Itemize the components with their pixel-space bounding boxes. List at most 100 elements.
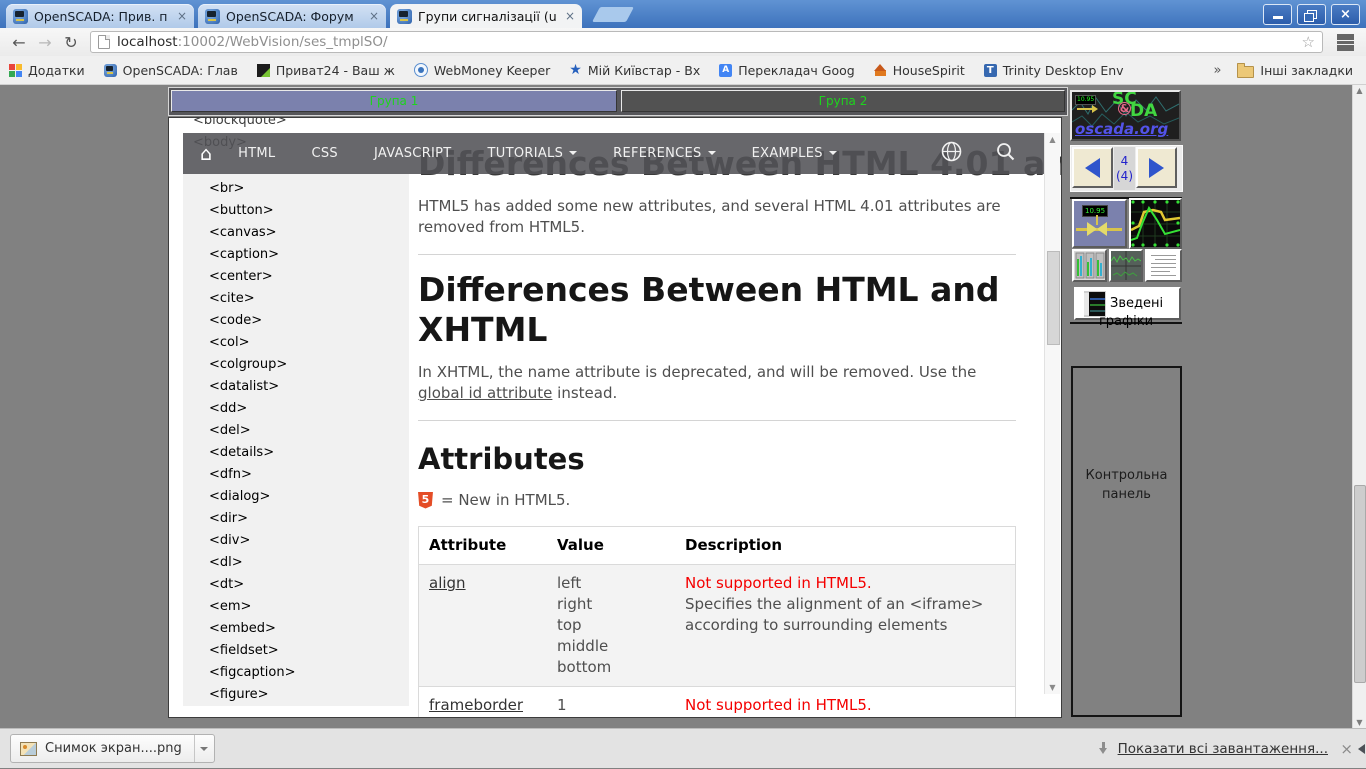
report-document-button[interactable] (1145, 249, 1182, 282)
sidebar-tag-link[interactable]: <button> (209, 200, 409, 222)
close-download-bar-icon[interactable]: × (1340, 740, 1353, 758)
group-tab-1[interactable]: Група 1 (171, 90, 617, 112)
nav-html[interactable]: HTML (238, 146, 275, 161)
trinity-icon: T (984, 64, 997, 77)
sidebar-tag-link[interactable]: <dir> (209, 508, 409, 530)
browser-tab-2[interactable]: OpenSCADA: Форум × (198, 4, 386, 28)
bar-gauges-button[interactable] (1072, 249, 1107, 282)
browser-window: { "window": { "tabs": [ {"title": "OpenS… (0, 0, 1366, 768)
global-id-attribute-link[interactable]: global id attribute (418, 384, 552, 402)
tag-list-sidebar: <br><button><canvas><caption><center><ci… (183, 174, 409, 706)
bookmark-trinity[interactable]: T Trinity Desktop Env (984, 63, 1124, 78)
sidebar-tag-link[interactable]: <colgroup> (209, 354, 409, 376)
search-icon[interactable] (996, 142, 1015, 165)
back-icon[interactable]: ← (6, 33, 32, 52)
show-all-downloads-link[interactable]: Показати всі завантаження... (1118, 741, 1328, 757)
panel-hide-arrow-icon[interactable] (1358, 744, 1365, 754)
sidebar-tag-link[interactable]: <canvas> (209, 222, 409, 244)
menu-icon[interactable] (1337, 34, 1354, 51)
nav-javascript[interactable]: JAVASCRIPT (374, 146, 452, 161)
tab-close-icon[interactable]: × (177, 9, 187, 23)
other-bookmarks[interactable]: Інші закладки (1237, 63, 1353, 78)
sidebar-tag-link[interactable]: <br> (209, 178, 409, 200)
spectrum-icon (1111, 251, 1141, 280)
home-icon[interactable]: ⌂ (200, 143, 212, 165)
control-panel-box: Контрольна панель (1071, 366, 1182, 717)
description-cell: Not supported in HTML5. Specifies the al… (675, 565, 1016, 687)
sidebar-tag-link[interactable]: <em> (209, 596, 409, 618)
sidebar-tag-link[interactable]: <details> (209, 442, 409, 464)
nav-references[interactable]: REFERENCES (613, 146, 715, 161)
openscada-favicon (205, 9, 220, 24)
bookmark-star-icon[interactable]: ☆ (1302, 33, 1315, 51)
bookmark-housespirit[interactable]: HouseSpirit (874, 63, 965, 78)
sidebar-tag-link[interactable]: <figure> (209, 684, 409, 706)
html5-shield-icon: 5 (418, 492, 433, 509)
chevron-down-icon (200, 747, 208, 751)
scrollbar-thumb[interactable] (1354, 485, 1366, 683)
scroll-up-icon[interactable]: ▲ (1045, 135, 1060, 144)
mnemo-valve-button[interactable]: 10.95 (1072, 199, 1127, 248)
scroll-down-icon[interactable]: ▼ (1353, 718, 1366, 727)
scroll-up-icon[interactable]: ▲ (1353, 86, 1366, 95)
nav-examples[interactable]: EXAMPLES (752, 146, 837, 161)
group-tab-2[interactable]: Група 2 (621, 90, 1065, 112)
bookmark-openscada[interactable]: OpenSCADA: Глав (104, 63, 238, 78)
browser-tab-3-active[interactable]: Групи сигналізації (u × (390, 4, 582, 28)
sidebar-tag-link[interactable]: <dialog> (209, 486, 409, 508)
trend-graph-button[interactable] (1129, 198, 1182, 249)
sidebar-tag-link[interactable]: <del> (209, 420, 409, 442)
browser-scrollbar[interactable]: ▲ ▼ (1352, 85, 1366, 728)
reload-icon[interactable]: ↻ (58, 33, 84, 52)
section-heading: Differences Between HTML and XHTML (418, 270, 1016, 350)
oscada-logo-button[interactable]: 10.95 SC & DA oscada.org (1070, 90, 1181, 141)
sidebar-tag-link[interactable]: <div> (209, 530, 409, 552)
close-button[interactable]: × (1331, 4, 1360, 25)
frameborder-attribute-link[interactable]: frameborder (429, 696, 523, 714)
scrollbar-thumb[interactable] (1047, 251, 1060, 345)
maximize-button[interactable] (1297, 4, 1326, 25)
download-options-dropdown[interactable] (194, 735, 214, 762)
tab-close-icon[interactable]: × (565, 9, 575, 23)
bookmark-kyivstar[interactable]: ★ Мій Київстар - Вх (569, 62, 700, 78)
bookmark-webmoney[interactable]: WebMoney Keeper (414, 63, 550, 78)
iframe-scrollbar[interactable]: ▲ ▼ (1044, 133, 1060, 694)
sidebar-tag-link[interactable]: <dl> (209, 552, 409, 574)
url-path: :10002/WebVision/ses_tmplSO/ (178, 34, 388, 50)
sidebar-link-clipped[interactable]: <blockquote> (193, 117, 287, 128)
next-page-button[interactable] (1136, 147, 1177, 188)
tab-close-icon[interactable]: × (369, 9, 379, 23)
bookmark-translate[interactable]: А Перекладач Goog (719, 63, 855, 78)
table-row: align left right top middle bottom Not s… (419, 565, 1016, 687)
nav-tutorials[interactable]: TUTORIALS (488, 146, 578, 161)
table-row: frameborder 1 0 Not supported in HTML5. … (419, 687, 1016, 719)
minimize-button[interactable] (1263, 4, 1292, 25)
sidebar-tag-link[interactable]: <center> (209, 266, 409, 288)
globe-icon[interactable] (941, 141, 962, 166)
sidebar-tag-link[interactable]: <cite> (209, 288, 409, 310)
downloaded-file-button[interactable]: Снимок экран....png (10, 734, 215, 763)
sidebar-tag-link[interactable]: <code> (209, 310, 409, 332)
sidebar-tag-link[interactable]: <dfn> (209, 464, 409, 486)
sidebar-tag-link[interactable]: <col> (209, 332, 409, 354)
sidebar-tag-link[interactable]: <datalist> (209, 376, 409, 398)
openscada-favicon (13, 9, 28, 24)
browser-tab-1[interactable]: OpenSCADA: Прив. п × (6, 4, 194, 28)
sidebar-tag-link[interactable]: <dd> (209, 398, 409, 420)
align-attribute-link[interactable]: align (429, 574, 466, 592)
spectrum-button[interactable] (1109, 249, 1143, 282)
bookmark-privat24[interactable]: Приват24 - Ваш ж (257, 63, 395, 78)
forward-icon[interactable]: → (32, 33, 58, 52)
address-bar[interactable]: localhost :10002/WebVision/ses_tmplSO/ ☆ (90, 31, 1323, 53)
bookmarks-overflow-chevron[interactable]: » (1213, 63, 1221, 78)
sidebar-tag-link[interactable]: <fieldset> (209, 640, 409, 662)
bookmark-apps[interactable]: Додатки (9, 63, 85, 78)
prev-page-button[interactable] (1072, 147, 1113, 188)
nav-css[interactable]: CSS (311, 146, 337, 161)
sidebar-tag-link[interactable]: <dt> (209, 574, 409, 596)
sidebar-tag-link[interactable]: <figcaption> (209, 662, 409, 684)
sidebar-tag-link[interactable]: <caption> (209, 244, 409, 266)
new-tab-button[interactable] (592, 7, 634, 22)
scroll-down-icon[interactable]: ▼ (1045, 683, 1060, 692)
sidebar-tag-link[interactable]: <embed> (209, 618, 409, 640)
